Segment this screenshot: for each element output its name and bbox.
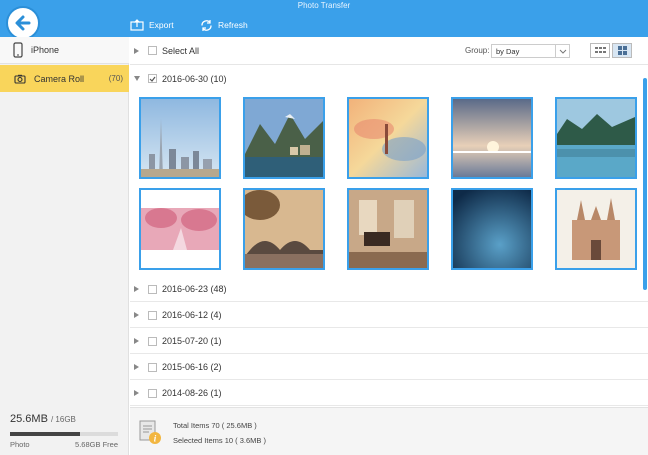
select-all-row: Select All Group: by Day [130,37,648,65]
photo-thumbnail[interactable] [243,97,325,179]
group-checkbox[interactable] [148,336,157,346]
photo-thumbnail[interactable] [347,97,429,179]
select-all-label: Select All [162,45,200,56]
arrow-left-icon [15,15,31,31]
list-view-icon [594,47,606,53]
list-view-button[interactable] [590,43,610,58]
check-icon [149,76,156,82]
device-label: iPhone [31,45,60,55]
group-date-label: 2015-06-16 (2) [162,362,222,372]
app-title: Photo Transfer [297,1,351,10]
camera-roll-label: Camera Roll [34,73,85,84]
group-date-label: 2016-06-12 (4) [162,310,222,320]
grid-view-icon [617,46,627,55]
expand-arrow-icon[interactable] [134,390,139,396]
storage-used-value: 25.6MB [10,413,48,425]
photo-thumbnail[interactable] [139,97,221,179]
photo-thumbnail[interactable] [347,188,429,270]
storage-kind: Photo [10,440,30,449]
select-all-checkbox[interactable] [148,46,157,55]
group-header[interactable]: 2015-07-20 (1) [130,329,648,354]
group-select[interactable]: by Day [491,44,570,58]
export-button[interactable]: Export [130,15,174,35]
refresh-label: Refresh [218,20,248,30]
group-checkbox[interactable] [148,388,157,398]
status-footer: i Total Items 70 ( 25.6MB ) Selected Ite… [130,407,648,455]
group-checkbox[interactable] [148,74,157,83]
photo-thumbnail[interactable] [243,188,325,270]
expand-arrow-icon[interactable] [134,286,139,292]
sidebar: iPhone Camera Roll (70) 25.6MB / 16GB Ph… [0,37,129,455]
group-date-label: 2016-06-23 (48) [162,284,227,294]
group-header[interactable]: 2016-06-23 (48) [130,277,648,302]
main-content: Select All Group: by Day 2016-06-30 (10)… [130,37,648,407]
group-checkbox[interactable] [148,284,157,294]
group-header-expanded[interactable]: 2016-06-30 (10) [130,66,648,91]
expand-arrow-icon[interactable] [134,312,139,318]
refresh-button[interactable]: Refresh [200,15,248,35]
title-bar: Photo Transfer Export Refresh [0,0,648,40]
group-date-label: 2014-08-26 (1) [162,388,222,398]
storage-bar-fill [10,432,81,436]
storage-info: 25.6MB / 16GB Photo 5.68GB Free [0,405,129,455]
vertical-scrollbar[interactable] [643,78,647,290]
photo-thumbnail[interactable] [451,97,533,179]
group-select-value: by Day [496,46,520,56]
phone-icon [13,42,23,58]
sidebar-item-iphone[interactable]: iPhone [0,37,129,64]
group-header[interactable]: 2015-06-16 (2) [130,355,648,380]
sidebar-item-camera-roll[interactable]: Camera Roll (70) [0,65,129,92]
back-button[interactable] [6,6,40,40]
group-header[interactable]: 2016-06-12 (4) [130,303,648,328]
refresh-icon [201,19,212,31]
group-checkbox[interactable] [148,310,157,320]
grid-view-button[interactable] [612,43,632,58]
total-items: Total Items 70 ( 25.6MB ) [173,421,257,430]
expand-arrow-icon[interactable] [134,338,139,344]
selected-items: Selected Items 10 ( 3.6MB ) [173,436,266,445]
expand-arrow-icon[interactable] [134,364,139,370]
storage-bar [10,432,118,436]
photo-thumbnail[interactable] [139,188,221,270]
group-header[interactable]: 2014-08-26 (1) [130,381,648,406]
storage-free: 5.68GB Free [75,440,118,449]
chevron-down-icon [555,45,569,57]
group-checkbox[interactable] [148,362,157,372]
collapse-arrow-icon[interactable] [134,76,140,81]
export-label: Export [149,20,174,30]
camera-roll-count: (70) [108,74,123,83]
file-info-icon: i [139,420,161,444]
photo-thumbnail[interactable] [555,97,637,179]
photo-thumbnail[interactable] [555,188,637,270]
camera-icon [14,74,26,84]
group-date-label: 2015-07-20 (1) [162,336,222,346]
group-date-label: 2016-06-30 (10) [162,73,227,84]
storage-used: 25.6MB / 16GB [10,413,76,425]
expand-arrow-icon[interactable] [134,47,139,54]
storage-total: / 16GB [50,415,76,424]
export-icon [130,19,144,31]
photo-thumbnail[interactable] [451,188,533,270]
group-label: Group: [465,46,490,55]
